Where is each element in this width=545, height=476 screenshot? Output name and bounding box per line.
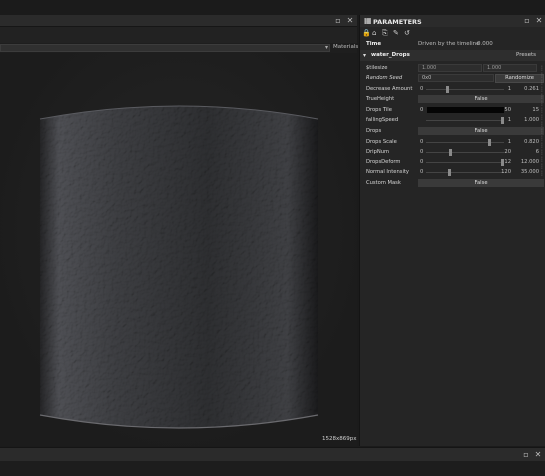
bottom-dock-area xyxy=(0,461,545,476)
slider-value[interactable]: 35.000 xyxy=(517,169,539,175)
slider-handle[interactable] xyxy=(448,148,452,156)
custom-mask-toggle[interactable]: False xyxy=(418,179,544,187)
param-label: fallingSpeed xyxy=(366,116,399,123)
slider-max: 20 xyxy=(504,148,511,155)
param-label: DripNum xyxy=(366,148,390,155)
slider-track[interactable] xyxy=(427,106,504,113)
parameters-icon: ▦ xyxy=(364,16,372,25)
presets-button[interactable]: Presets xyxy=(516,52,536,58)
edit-icon[interactable]: ✎ xyxy=(393,29,399,37)
param-row-random-seed: Random Seed 0x0 Randomize xyxy=(360,73,545,83)
slider-max: 1 xyxy=(507,138,511,145)
tilesize-x-field[interactable]: 1.000 xyxy=(418,64,482,72)
restore-icon[interactable]: ▫ xyxy=(521,450,531,460)
viewport-titlebar: ▫ ✕ xyxy=(0,15,357,27)
param-row-custom-mask: Custom Mask False xyxy=(360,178,545,188)
param-row-normal-intensity: Normal Intensity 0 120 35.000 xyxy=(360,167,545,177)
reset-icon[interactable]: ↺ xyxy=(404,29,410,37)
param-label: TrueHeight xyxy=(366,95,395,102)
time-value[interactable]: 0.000 xyxy=(477,41,493,47)
slider-handle[interactable] xyxy=(447,168,451,176)
slider-handle[interactable] xyxy=(487,138,491,146)
time-driven-text: Driven by the timeline xyxy=(418,41,480,47)
param-label: DropsDeform xyxy=(366,158,401,165)
param-label: $tilesize xyxy=(366,64,388,71)
param-row-tilesize: $tilesize 1.000 1.000 xyxy=(360,63,545,73)
param-label: Random Seed xyxy=(366,74,403,81)
bottom-dock-titlebar: ▫ ✕ xyxy=(0,447,545,461)
viewport-pane: ▫ ✕ ▾ Materials 1528x869px xyxy=(0,15,358,446)
slider-value[interactable]: 6 xyxy=(517,149,539,155)
slider-track[interactable] xyxy=(426,161,504,163)
slider-value[interactable]: 0.261 xyxy=(517,86,539,92)
param-label: Normal Intensity xyxy=(366,168,409,175)
slider-track[interactable] xyxy=(426,171,504,173)
slider-max: 120 xyxy=(501,168,511,175)
viewport-toolbar: ▾ Materials xyxy=(0,43,358,53)
slider-min: 0 xyxy=(420,85,424,92)
drops-toggle[interactable]: False xyxy=(418,127,544,135)
slider-min: 0 xyxy=(420,158,424,165)
slider-min: 0 xyxy=(420,148,424,155)
param-label: Drops xyxy=(366,127,382,134)
tilesize-y-field[interactable]: 1.000 xyxy=(483,64,537,72)
resolution-label: 1528x869px xyxy=(322,436,357,442)
slider-track[interactable] xyxy=(426,151,504,153)
section-header-water-drops[interactable]: ▾ water_Drops Presets xyxy=(360,50,545,61)
view-dropdown[interactable]: ▾ xyxy=(0,44,330,52)
slider-max: 12 xyxy=(504,158,511,165)
slider-track[interactable] xyxy=(426,119,504,121)
slider-min: 0 xyxy=(420,138,424,145)
parameters-title: PARAMETERS xyxy=(373,18,422,26)
param-row-dropsdeform: DropsDeform 0 12 12.000 xyxy=(360,157,545,167)
close-icon[interactable]: ✕ xyxy=(534,16,544,26)
slider-max: 50 xyxy=(504,106,511,113)
restore-icon[interactable]: ▫ xyxy=(522,16,532,26)
slider-min: 0 xyxy=(420,168,424,175)
slider-track[interactable] xyxy=(426,88,504,90)
section-name: water_Drops xyxy=(371,52,410,58)
slider-value[interactable]: 15 xyxy=(517,107,539,113)
3d-render-area[interactable]: 1528x869px xyxy=(0,53,357,446)
scrollbar[interactable]: ⋮ ⋮ ⋮ ⋮ ⋮ ⋮ ⋮ ⋮ ⋮ ⋮ ⋮ ⋮ ⋮ ⋮ ⋮ ⋮ xyxy=(539,65,545,177)
param-row-drops: Drops False xyxy=(360,126,545,136)
close-icon[interactable]: ✕ xyxy=(533,450,543,460)
slider-value[interactable]: 1.000 xyxy=(517,117,539,123)
slider-min: 0 xyxy=(420,106,424,113)
param-row-trueheight: TrueHeight False xyxy=(360,94,545,104)
param-label: Drops Scale xyxy=(366,138,397,145)
slider-track[interactable] xyxy=(426,141,504,143)
parameters-titlebar: ▦ PARAMETERS ▫ ✕ xyxy=(360,15,545,27)
copy-icon[interactable]: ⎘ xyxy=(382,29,388,38)
restore-icon[interactable]: ▫ xyxy=(333,16,343,26)
param-row-dripnum: DripNum 0 20 6 xyxy=(360,147,545,157)
param-row-falling-speed: fallingSpeed 1 1.000 xyxy=(360,115,545,125)
close-icon[interactable]: ✕ xyxy=(345,16,355,26)
slider-handle[interactable] xyxy=(445,85,449,93)
material-preview-cylinder xyxy=(39,105,319,429)
lock-icon[interactable]: 🔒 xyxy=(362,29,371,37)
random-seed-field[interactable]: 0x0 xyxy=(418,74,494,82)
param-label: Custom Mask xyxy=(366,179,401,186)
chevron-down-icon: ▾ xyxy=(324,44,328,51)
time-label: Time xyxy=(366,41,382,47)
slider-max: 1 xyxy=(507,116,511,123)
parameters-panel: ▦ PARAMETERS ▫ ✕ 🔒 ⌂ ⎘ ✎ ↺ Time Driven b… xyxy=(359,15,545,446)
time-row: Time Driven by the timeline 0.000 xyxy=(360,39,545,50)
param-row-drops-scale: Drops Scale 0 1 0.820 xyxy=(360,137,545,147)
param-row-drops-tile: Drops Tile 0 50 15 xyxy=(360,105,545,115)
trueheight-toggle[interactable]: False xyxy=(418,95,544,103)
randomize-button[interactable]: Randomize xyxy=(495,73,544,83)
home-icon[interactable]: ⌂ xyxy=(372,29,376,37)
parameters-toolbar: 🔒 ⌂ ⎘ ✎ ↺ xyxy=(360,28,545,39)
param-row-decrease-amount: Decrease Amount 0 1 0.261 xyxy=(360,84,545,94)
chevron-down-icon[interactable]: ▾ xyxy=(363,52,366,59)
materials-label[interactable]: Materials xyxy=(333,44,358,50)
param-label: Drops Tile xyxy=(366,106,392,113)
slider-value[interactable]: 12.000 xyxy=(517,159,539,165)
slider-value[interactable]: 0.820 xyxy=(517,139,539,145)
param-label: Decrease Amount xyxy=(366,85,413,92)
slider-max: 1 xyxy=(507,85,511,92)
